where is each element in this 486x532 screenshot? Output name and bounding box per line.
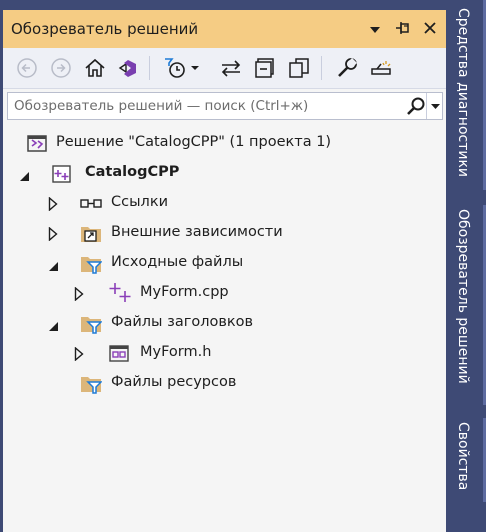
tree-item-label: Ссылки xyxy=(111,194,168,210)
home-icon[interactable] xyxy=(83,56,107,80)
tree-item-label: MyForm.h xyxy=(140,344,212,360)
toolbar xyxy=(3,48,446,89)
title-bar[interactable]: Обозреватель решений xyxy=(3,10,446,48)
filter-dropdown-icon[interactable] xyxy=(189,56,201,80)
tab-diagnostic-tools[interactable]: Средства диагностики xyxy=(446,0,486,190)
tab-label: Средства диагностики xyxy=(455,8,471,178)
cpp-project-icon xyxy=(52,164,74,188)
references-icon xyxy=(80,196,104,216)
tree-item-source-file[interactable]: MyForm.cpp xyxy=(3,278,446,308)
preview-icon[interactable] xyxy=(369,56,393,80)
properties-icon[interactable] xyxy=(335,56,359,80)
pin-icon[interactable] xyxy=(394,20,412,40)
expanded-arrow-icon[interactable] xyxy=(48,258,60,277)
window-position-dropdown-icon[interactable] xyxy=(369,21,381,40)
tree-item-references[interactable]: Ссылки xyxy=(3,188,446,218)
expanded-arrow-icon[interactable] xyxy=(48,318,60,337)
header-file-icon xyxy=(108,344,130,368)
collapsed-arrow-icon[interactable] xyxy=(48,196,58,215)
tab-label: Свойства xyxy=(455,422,471,491)
tree-item-label: CatalogCPP xyxy=(85,164,180,180)
tab-solution-explorer[interactable]: Обозреватель решений xyxy=(446,205,486,405)
search-icon[interactable] xyxy=(406,96,426,120)
expanded-arrow-icon[interactable] xyxy=(19,168,31,187)
show-all-files-icon[interactable] xyxy=(287,56,311,80)
collapsed-arrow-icon[interactable] xyxy=(48,226,58,245)
search-box[interactable] xyxy=(7,92,443,120)
tree-item-solution[interactable]: Решение "CatalogCPP" (1 проекта 1) xyxy=(3,128,446,158)
sync-active-document-icon[interactable] xyxy=(219,56,243,80)
tree-item-resource-files[interactable]: Файлы ресурсов xyxy=(3,368,446,398)
solution-icon xyxy=(27,134,47,158)
tree-item-label: Файлы ресурсов xyxy=(111,374,237,390)
tree-item-label: Исходные файлы xyxy=(111,254,244,270)
panel-title: Обозреватель решений xyxy=(11,20,199,38)
back-icon[interactable] xyxy=(15,56,39,80)
tab-properties[interactable]: Свойства xyxy=(446,418,486,502)
tab-label: Обозреватель решений xyxy=(455,209,471,384)
search-input[interactable] xyxy=(8,93,404,119)
pending-changes-filter-icon[interactable] xyxy=(163,56,187,80)
tree-item-source-files[interactable]: Исходные файлы xyxy=(3,248,446,278)
collapsed-arrow-icon[interactable] xyxy=(74,346,84,365)
forward-icon[interactable] xyxy=(49,56,73,80)
filter-folder-icon xyxy=(80,314,103,338)
tree-item-header-files[interactable]: Файлы заголовков xyxy=(3,308,446,338)
side-tab-strip: Средства диагностики Обозреватель решени… xyxy=(446,0,486,532)
cpp-file-icon xyxy=(108,282,132,308)
chevron-down-icon xyxy=(431,104,440,109)
collapsed-arrow-icon[interactable] xyxy=(74,286,84,305)
tree-item-project[interactable]: CatalogCPP xyxy=(3,158,446,188)
tree-item-external-deps[interactable]: Внешние зависимости xyxy=(3,218,446,248)
external-deps-folder-icon xyxy=(80,224,102,248)
tree-item-label: Файлы заголовков xyxy=(111,314,254,330)
tree-item-label: MyForm.cpp xyxy=(140,284,229,300)
switch-views-icon[interactable] xyxy=(116,56,140,80)
filter-folder-icon xyxy=(80,254,103,278)
collapse-all-icon[interactable] xyxy=(253,56,277,80)
tree-item-header-file[interactable]: MyForm.h xyxy=(3,338,446,368)
tree-item-label: Внешние зависимости xyxy=(111,224,283,240)
toolbar-separator xyxy=(149,56,150,80)
close-icon[interactable] xyxy=(422,20,438,40)
tree-item-label: Решение "CatalogCPP" (1 проекта 1) xyxy=(56,134,332,150)
solution-explorer-panel: Обозреватель решений Обозреватель решени… xyxy=(3,10,446,532)
toolbar-separator xyxy=(321,56,322,80)
search-options-dropdown[interactable] xyxy=(426,93,444,119)
filter-folder-icon xyxy=(80,374,103,398)
